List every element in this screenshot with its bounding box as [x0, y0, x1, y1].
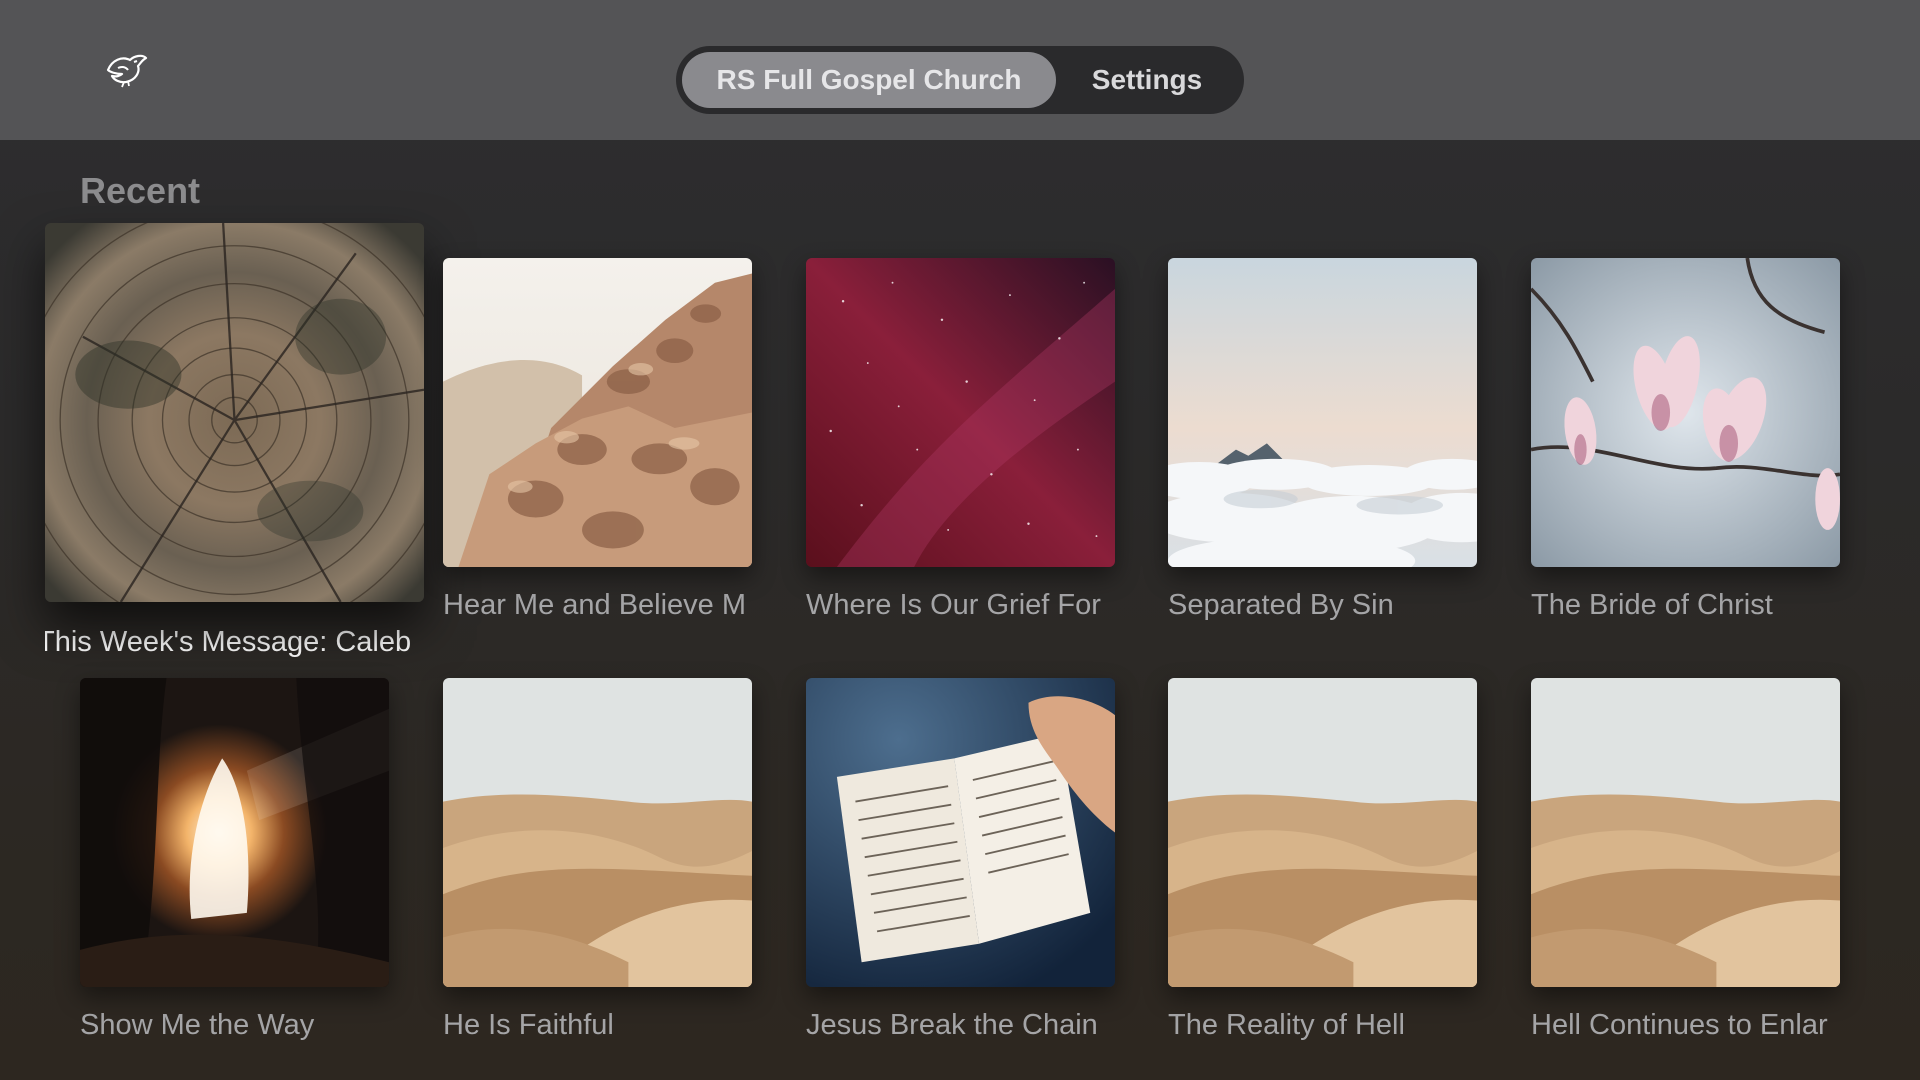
- thumbnail-night-sky: [806, 258, 1115, 567]
- thumbnail-clouds: [1168, 258, 1477, 567]
- video-tile[interactable]: Show Me the Way: [80, 678, 389, 1043]
- video-tile[interactable]: He Is Faithful: [443, 678, 752, 1043]
- thumbnail-open-bible: [806, 678, 1115, 987]
- tile-title: The Reality of Hell: [1168, 1009, 1405, 1041]
- thumbnail-sand-dunes: [1168, 678, 1477, 987]
- thumbnail-desert-rocks: [443, 258, 752, 567]
- top-bar: RS Full Gospel Church Settings: [0, 0, 1920, 140]
- tile-title: Hear Me and Believe M: [443, 589, 747, 621]
- tile-title: Hell Continues to Enlar: [1531, 1009, 1828, 1041]
- section-title-recent: Recent: [80, 170, 201, 211]
- video-tile[interactable]: Jesus Break the Chain: [806, 678, 1115, 1043]
- video-tile[interactable]: Hear Me and Believe M: [443, 258, 752, 623]
- thumbnail-cave-light: [80, 678, 389, 987]
- thumbnail-magnolia: [1531, 258, 1840, 567]
- thumbnail-sand-dunes: [443, 678, 752, 987]
- thumbnail-sand-dunes: [1531, 678, 1840, 987]
- video-tile[interactable]: The Bride of Christ: [1531, 258, 1840, 623]
- dove-icon: [104, 50, 150, 90]
- tile-title: Separated By Sin: [1168, 589, 1394, 621]
- tile-title: He Is Faithful: [443, 1009, 614, 1041]
- tab-settings[interactable]: Settings: [1056, 52, 1238, 108]
- tab-bar: RS Full Gospel Church Settings: [676, 46, 1244, 114]
- tile-title: Show Me the Way: [80, 1009, 315, 1041]
- video-tile[interactable]: Hell Continues to Enlar: [1531, 678, 1840, 1043]
- thumbnail-tree-rings: [45, 223, 424, 602]
- video-tile[interactable]: The Reality of Hell: [1168, 678, 1477, 1043]
- video-tile[interactable]: Separated By Sin: [1168, 258, 1477, 623]
- tab-church[interactable]: RS Full Gospel Church: [682, 52, 1056, 108]
- video-tile[interactable]: Where Is Our Grief For: [806, 258, 1115, 623]
- video-tile[interactable]: This Week's Message: Caleb: [45, 223, 424, 660]
- tile-title: Jesus Break the Chain: [806, 1009, 1098, 1041]
- tile-title: This Week's Message: Caleb: [45, 626, 412, 658]
- tile-title: The Bride of Christ: [1531, 589, 1773, 621]
- tile-title: Where Is Our Grief For: [806, 589, 1101, 621]
